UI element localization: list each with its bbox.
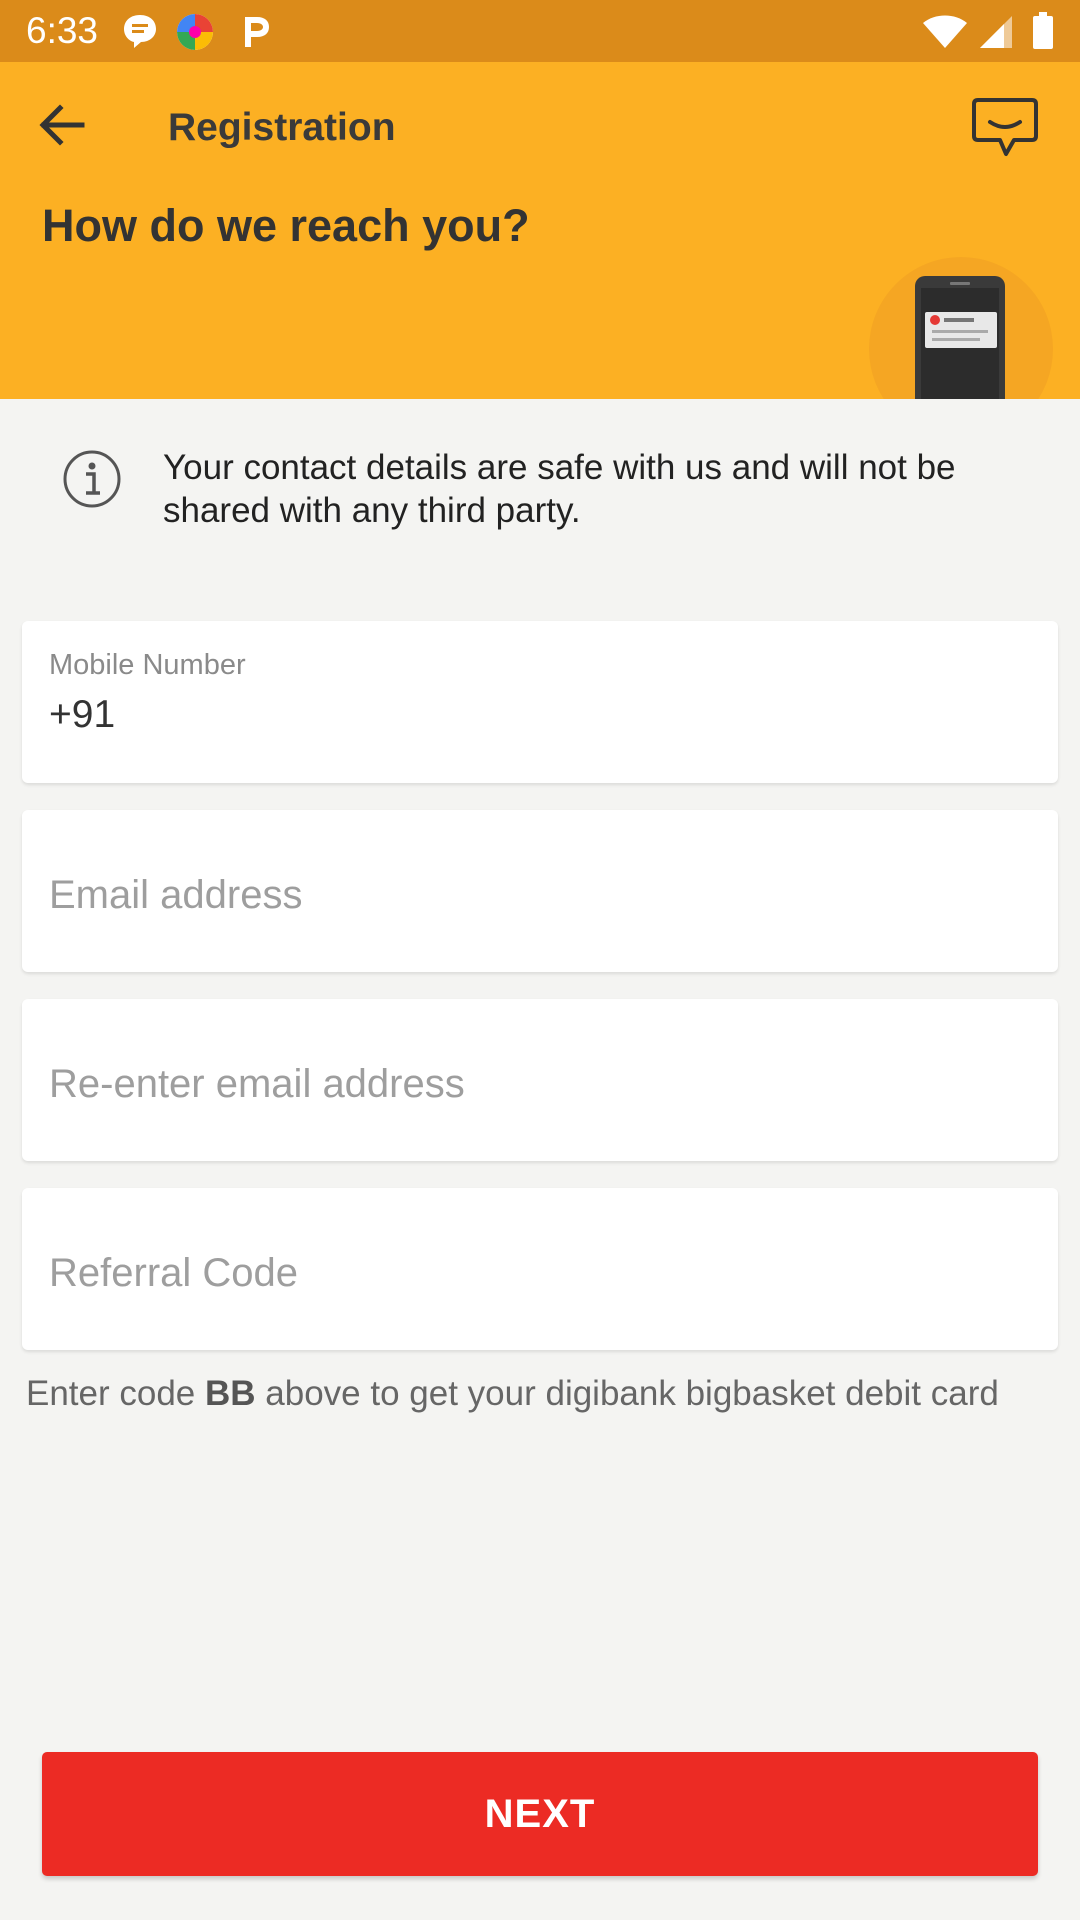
page-title: Registration	[168, 106, 396, 149]
mobile-number-field[interactable]: Mobile Number +91	[22, 621, 1058, 783]
wifi-icon	[922, 14, 968, 55]
mobile-number-value[interactable]: +91	[49, 693, 115, 737]
status-bar: 6:33	[0, 0, 1080, 62]
status-time: 6:33	[26, 10, 99, 51]
chat-icon	[972, 98, 1038, 156]
page-headline: How do we reach you?	[42, 200, 530, 251]
referral-hint-code: BB	[205, 1374, 256, 1413]
email-field[interactable]	[22, 810, 1058, 972]
chat-button[interactable]	[970, 96, 1040, 162]
privacy-notice: Your contact details are safe with us an…	[163, 448, 956, 530]
signal-icon	[978, 14, 1014, 55]
info-icon	[62, 449, 122, 509]
referral-hint-prefix: Enter code	[26, 1374, 205, 1413]
photos-icon	[176, 13, 213, 50]
next-button-label: NEXT	[484, 1791, 596, 1836]
phone-illustration	[868, 256, 1054, 399]
messages-icon	[122, 13, 158, 49]
email-confirm-field[interactable]	[22, 999, 1058, 1161]
battery-icon	[1032, 12, 1054, 55]
back-button[interactable]	[32, 94, 94, 156]
referral-hint: Enter code BB above to get your digibank…	[26, 1374, 999, 1414]
paytm-icon	[237, 13, 273, 49]
email-input[interactable]	[49, 870, 1009, 920]
next-button[interactable]: NEXT	[42, 1752, 1038, 1876]
referral-code-field[interactable]	[22, 1188, 1058, 1350]
arrow-left-icon	[39, 104, 85, 146]
referral-hint-suffix: above to get your digibank bigbasket deb…	[255, 1374, 999, 1413]
mobile-number-label: Mobile Number	[49, 649, 246, 681]
referral-code-input[interactable]	[49, 1248, 1009, 1298]
email-confirm-input[interactable]	[49, 1059, 1009, 1109]
